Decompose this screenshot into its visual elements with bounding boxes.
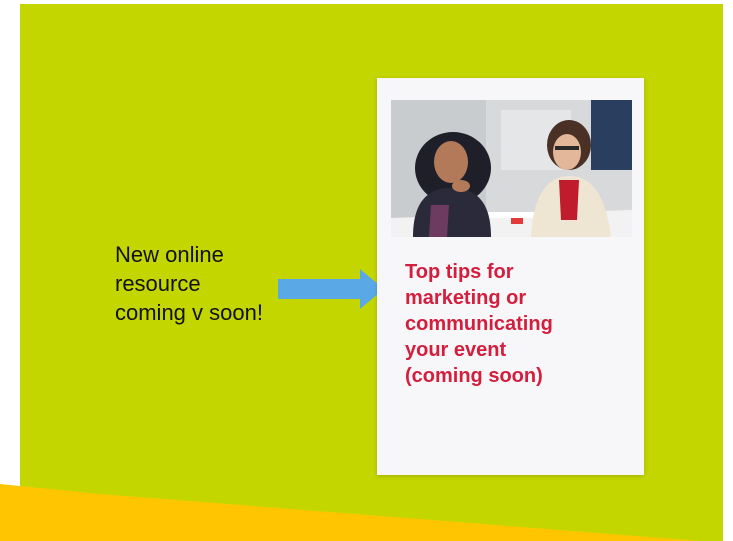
card-title-line-1: Top tips for	[405, 261, 514, 283]
callout-line-1: New online	[115, 242, 224, 267]
slide-canvas: New online resource coming v soon! Top t…	[0, 0, 733, 541]
resource-card[interactable]: Top tips for marketing or communicating …	[377, 78, 644, 475]
card-title-line-5: (coming soon)	[405, 365, 543, 387]
card-title-line-2: marketing or	[405, 287, 527, 309]
card-title[interactable]: Top tips for marketing or communicating …	[405, 259, 633, 389]
card-photo	[391, 100, 632, 237]
card-title-line-3: communicating	[405, 313, 553, 335]
arrow-right-icon	[278, 269, 384, 309]
card-title-line-4: your event	[405, 339, 507, 361]
photo-of-two-women-talking-icon	[391, 100, 632, 237]
